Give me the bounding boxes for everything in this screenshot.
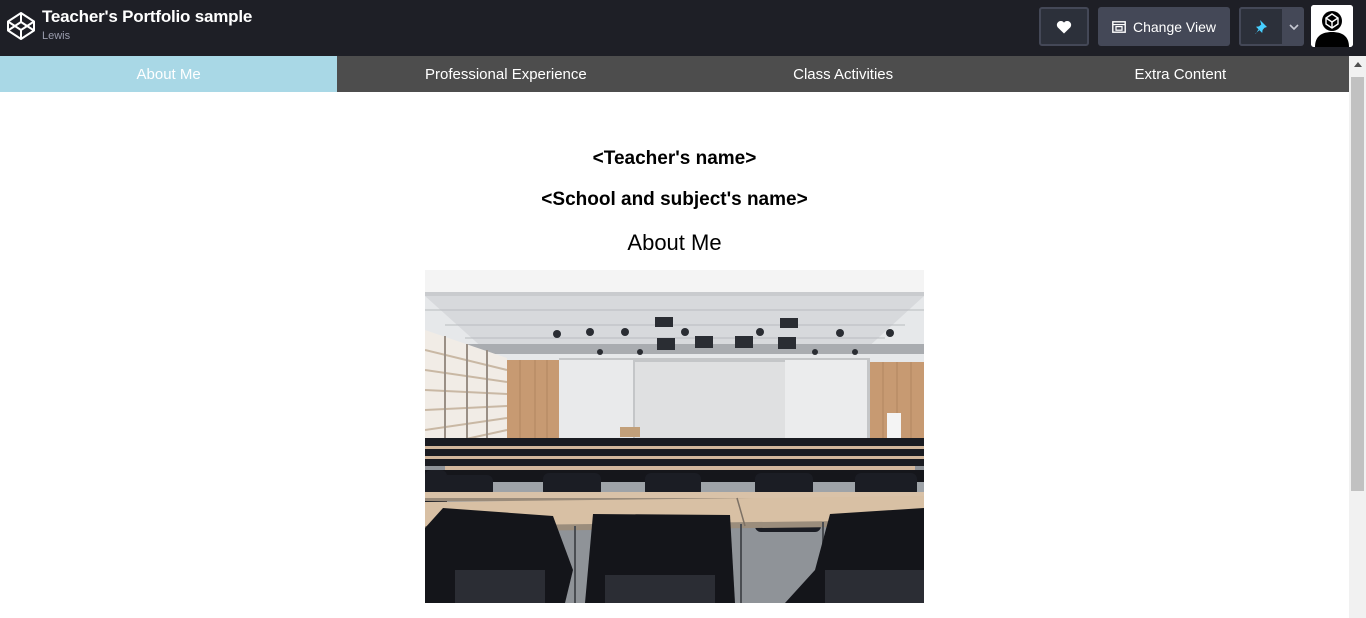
school-subject-heading: <School and subject's name>: [541, 189, 808, 210]
scroll-up-arrow-icon[interactable]: [1349, 56, 1366, 73]
pen-title[interactable]: Teacher's Portfolio sample: [42, 7, 252, 27]
about-me-section: <Teacher's name> <School and subject's n…: [0, 92, 1349, 618]
pin-button[interactable]: [1239, 7, 1284, 46]
pin-control: [1239, 7, 1304, 46]
avatar-icon: [1311, 5, 1353, 47]
chevron-down-icon: [1289, 23, 1299, 30]
lecture-hall-photo: [425, 270, 924, 603]
pin-menu-toggle[interactable]: [1284, 7, 1304, 46]
pen-author[interactable]: Lewis: [42, 29, 252, 43]
nav-tab-class-activities[interactable]: Class Activities: [675, 56, 1012, 92]
nav-tab-about-me[interactable]: About Me: [0, 56, 338, 92]
like-button[interactable]: [1039, 7, 1089, 46]
change-view-label: Change View: [1132, 18, 1217, 35]
section-heading: About Me: [627, 230, 722, 255]
change-view-button[interactable]: Change View: [1098, 7, 1230, 46]
editor-header: Teacher's Portfolio sample Lewis Change …: [0, 0, 1366, 56]
user-avatar[interactable]: [1311, 5, 1353, 47]
heart-icon: [1056, 20, 1072, 33]
pin-icon: [1254, 19, 1267, 34]
pen-title-block: Teacher's Portfolio sample Lewis: [42, 7, 252, 43]
nav-tab-professional-experience[interactable]: Professional Experience: [337, 56, 674, 92]
preview-scrollbar[interactable]: [1349, 56, 1366, 618]
nav-tab-extra-content[interactable]: Extra Content: [1012, 56, 1349, 92]
scrollbar-thumb[interactable]: [1351, 77, 1364, 491]
layout-icon: [1112, 20, 1126, 33]
portfolio-nav: About Me Professional Experience Class A…: [0, 56, 1349, 92]
teacher-name-heading: <Teacher's name>: [592, 148, 757, 169]
codepen-logo-icon[interactable]: [6, 11, 36, 41]
